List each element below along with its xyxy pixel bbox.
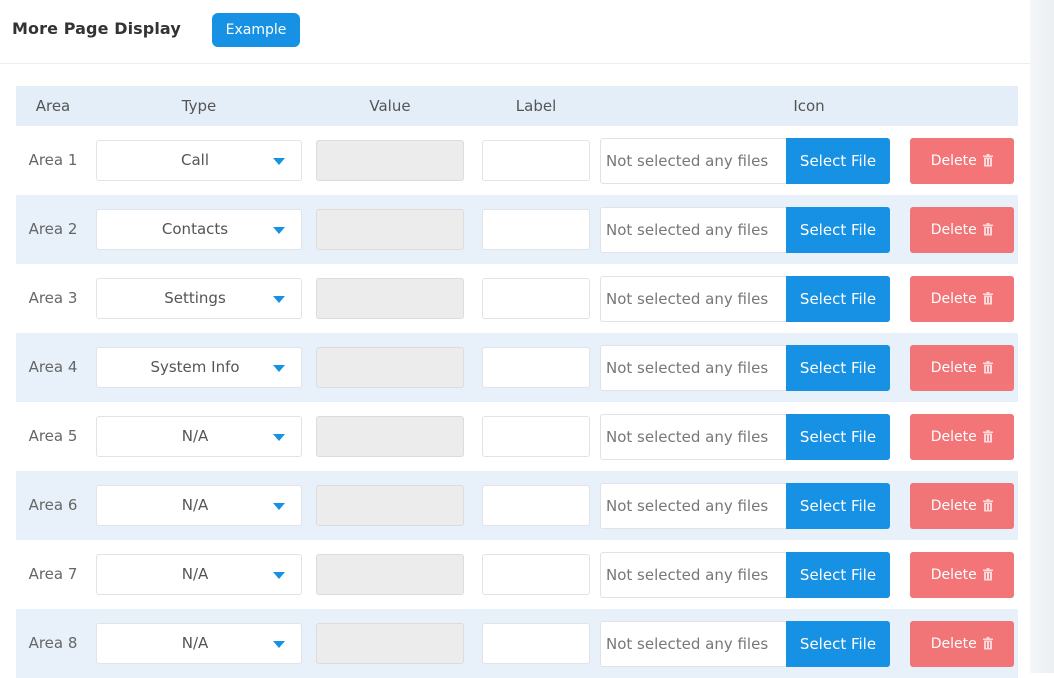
area-name: Area 4 bbox=[28, 358, 78, 376]
area-name: Area 1 bbox=[28, 151, 78, 169]
caret-down-icon bbox=[273, 227, 285, 234]
delete-button[interactable]: Delete bbox=[910, 621, 1014, 667]
file-status: Not selected any files bbox=[600, 552, 786, 598]
delete-button[interactable]: Delete bbox=[910, 276, 1014, 322]
page-title: More Page Display bbox=[12, 19, 181, 38]
file-status: Not selected any files bbox=[600, 138, 786, 184]
caret-down-icon bbox=[273, 158, 285, 165]
delete-label: Delete bbox=[930, 498, 977, 514]
file-status: Not selected any files bbox=[600, 414, 786, 460]
more-page-display-table: Area Type Value Label Icon Area 1 Call N… bbox=[16, 86, 1018, 678]
file-status: Not selected any files bbox=[600, 276, 786, 322]
value-input bbox=[316, 140, 464, 181]
caret-down-icon bbox=[273, 365, 285, 372]
label-input[interactable] bbox=[482, 140, 590, 181]
value-input bbox=[316, 347, 464, 388]
select-file-button[interactable]: Select File bbox=[786, 621, 890, 667]
label-input[interactable] bbox=[482, 623, 590, 664]
type-select[interactable]: Settings bbox=[96, 278, 302, 319]
delete-label: Delete bbox=[930, 360, 977, 376]
delete-label: Delete bbox=[930, 567, 977, 583]
label-input[interactable] bbox=[482, 554, 590, 595]
table-header: Area Type Value Label Icon bbox=[16, 86, 1018, 126]
table-row: Area 2 Contacts Not selected any files S… bbox=[16, 195, 1018, 264]
type-select[interactable]: N/A bbox=[96, 485, 302, 526]
delete-label: Delete bbox=[930, 636, 977, 652]
area-name: Area 7 bbox=[28, 565, 78, 583]
caret-down-icon bbox=[273, 434, 285, 441]
type-select[interactable]: Contacts bbox=[96, 209, 302, 250]
select-file-button[interactable]: Select File bbox=[786, 414, 890, 460]
file-status: Not selected any files bbox=[600, 483, 786, 529]
example-button[interactable]: Example bbox=[212, 13, 300, 47]
table-row: Area 8 N/A Not selected any files Select… bbox=[16, 609, 1018, 678]
type-select[interactable]: N/A bbox=[96, 623, 302, 664]
column-header-type: Type bbox=[181, 97, 217, 115]
label-input[interactable] bbox=[482, 278, 590, 319]
select-file-button[interactable]: Select File bbox=[786, 483, 890, 529]
select-file-button[interactable]: Select File bbox=[786, 207, 890, 253]
trash-icon bbox=[983, 154, 994, 167]
column-header-icon: Icon bbox=[793, 97, 825, 115]
table-row: Area 1 Call Not selected any files Selec… bbox=[16, 126, 1018, 195]
trash-icon bbox=[983, 499, 994, 512]
delete-button[interactable]: Delete bbox=[910, 483, 1014, 529]
page-edge bbox=[1030, 0, 1054, 673]
label-input[interactable] bbox=[482, 347, 590, 388]
delete-button[interactable]: Delete bbox=[910, 207, 1014, 253]
area-name: Area 3 bbox=[28, 289, 78, 307]
column-header-label: Label bbox=[515, 97, 557, 115]
column-header-value: Value bbox=[369, 97, 411, 115]
label-input[interactable] bbox=[482, 209, 590, 250]
column-header-area: Area bbox=[35, 97, 71, 115]
value-input bbox=[316, 554, 464, 595]
select-file-button[interactable]: Select File bbox=[786, 276, 890, 322]
file-status: Not selected any files bbox=[600, 345, 786, 391]
value-input bbox=[316, 278, 464, 319]
trash-icon bbox=[983, 223, 994, 236]
label-input[interactable] bbox=[482, 416, 590, 457]
value-input bbox=[316, 209, 464, 250]
value-input bbox=[316, 623, 464, 664]
table-row: Area 4 System Info Not selected any file… bbox=[16, 333, 1018, 402]
type-select[interactable]: N/A bbox=[96, 416, 302, 457]
area-name: Area 8 bbox=[28, 634, 78, 652]
caret-down-icon bbox=[273, 572, 285, 579]
delete-label: Delete bbox=[930, 222, 977, 238]
delete-label: Delete bbox=[930, 153, 977, 169]
caret-down-icon bbox=[273, 503, 285, 510]
delete-button[interactable]: Delete bbox=[910, 414, 1014, 460]
value-input bbox=[316, 485, 464, 526]
trash-icon bbox=[983, 430, 994, 443]
type-select[interactable]: Call bbox=[96, 140, 302, 181]
delete-label: Delete bbox=[930, 291, 977, 307]
delete-button[interactable]: Delete bbox=[910, 138, 1014, 184]
file-status: Not selected any files bbox=[600, 207, 786, 253]
trash-icon bbox=[983, 361, 994, 374]
table-row: Area 6 N/A Not selected any files Select… bbox=[16, 471, 1018, 540]
trash-icon bbox=[983, 292, 994, 305]
delete-button[interactable]: Delete bbox=[910, 552, 1014, 598]
table-row: Area 7 N/A Not selected any files Select… bbox=[16, 540, 1018, 609]
delete-label: Delete bbox=[930, 429, 977, 445]
caret-down-icon bbox=[273, 296, 285, 303]
table-row: Area 3 Settings Not selected any files S… bbox=[16, 264, 1018, 333]
trash-icon bbox=[983, 637, 994, 650]
select-file-button[interactable]: Select File bbox=[786, 552, 890, 598]
file-status: Not selected any files bbox=[600, 621, 786, 667]
type-select[interactable]: System Info bbox=[96, 347, 302, 388]
select-file-button[interactable]: Select File bbox=[786, 138, 890, 184]
label-input[interactable] bbox=[482, 485, 590, 526]
select-file-button[interactable]: Select File bbox=[786, 345, 890, 391]
area-name: Area 5 bbox=[28, 427, 78, 445]
trash-icon bbox=[983, 568, 994, 581]
caret-down-icon bbox=[273, 641, 285, 648]
type-select[interactable]: N/A bbox=[96, 554, 302, 595]
page-header: More Page Display Example bbox=[0, 0, 1030, 64]
area-name: Area 2 bbox=[28, 220, 78, 238]
value-input bbox=[316, 416, 464, 457]
delete-button[interactable]: Delete bbox=[910, 345, 1014, 391]
table-row: Area 5 N/A Not selected any files Select… bbox=[16, 402, 1018, 471]
area-name: Area 6 bbox=[28, 496, 78, 514]
